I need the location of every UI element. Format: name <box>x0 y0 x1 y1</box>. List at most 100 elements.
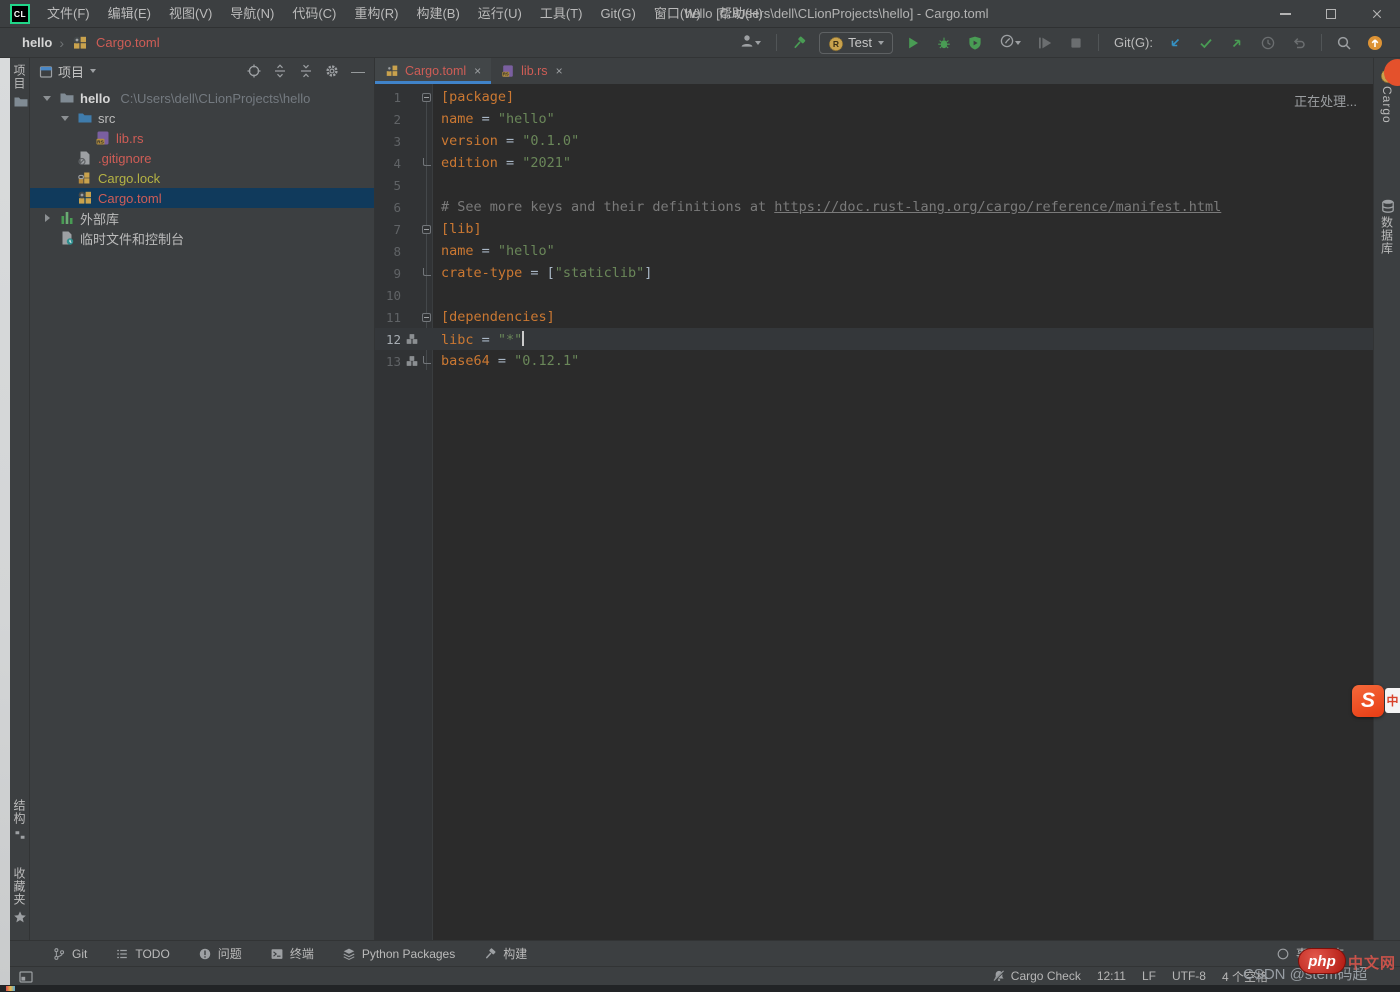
status-line-col[interactable]: 12:11 <box>1097 969 1126 983</box>
editor-line-4[interactable]: 4 edition = "2021" <box>375 152 1373 174</box>
ide-update-button[interactable] <box>1364 32 1386 54</box>
editor-line-10[interactable]: 10 <box>375 284 1373 306</box>
attach-process-button[interactable] <box>1034 32 1056 54</box>
editor-line-11[interactable]: 11 [dependencies] <box>375 306 1373 328</box>
menu-item-build[interactable]: 构建(B) <box>407 0 468 28</box>
tree-item-external-libraries[interactable]: 外部库 <box>30 208 374 228</box>
maximize-button[interactable] <box>1308 0 1354 28</box>
menu-item-code[interactable]: 代码(C) <box>283 0 345 28</box>
editor-line-3[interactable]: 3 version = "0.1.0" <box>375 130 1373 152</box>
menu-item-tools[interactable]: 工具(T) <box>531 0 592 28</box>
stop-button[interactable] <box>1065 32 1087 54</box>
fold-end-icon[interactable] <box>420 267 433 276</box>
tree-item-hello[interactable]: hello C:\Users\dell\CLionProjects\hello <box>30 88 374 108</box>
tree-item-cargo-toml[interactable]: Cargo.toml <box>30 188 374 208</box>
tool-window-button-terminal[interactable]: 终端 <box>258 941 326 967</box>
tool-window-button-build[interactable]: 构建 <box>471 941 539 967</box>
editor-tab-lib-rs[interactable]: RS lib.rs × <box>491 58 572 84</box>
bell-muted-icon <box>992 969 1006 983</box>
project-panel-title[interactable]: 项目 <box>58 62 84 81</box>
line-number: 8 <box>393 243 401 259</box>
close-button[interactable] <box>1354 0 1400 28</box>
toggle-tool-windows-button[interactable] <box>18 969 33 983</box>
fold-start-icon[interactable] <box>420 92 433 102</box>
profile-button[interactable] <box>735 32 765 54</box>
profiler-button[interactable] <box>995 32 1025 54</box>
tool-window-button-todo[interactable]: TODO <box>103 941 181 967</box>
tab-close-icon[interactable]: × <box>556 64 563 78</box>
panel-settings-button[interactable] <box>322 61 342 81</box>
tree-item-src[interactable]: src <box>30 108 374 128</box>
chevron-down-icon[interactable] <box>58 115 72 121</box>
chevron-down-icon[interactable] <box>40 95 54 101</box>
tool-window-button-favorites[interactable]: 收藏夹 <box>10 861 30 930</box>
menu-item-run[interactable]: 运行(U) <box>469 0 531 28</box>
editor-line-2[interactable]: 2 name = "hello" <box>375 108 1373 130</box>
menu-item-git[interactable]: Git(G) <box>591 0 644 28</box>
breadcrumb-project[interactable]: hello <box>22 35 52 50</box>
clock-icon <box>1260 35 1276 51</box>
tool-window-button-problems[interactable]: 问题 <box>186 941 254 967</box>
play-icon <box>905 35 921 51</box>
run-configuration-select[interactable]: R Test <box>819 31 893 54</box>
tool-window-button-git[interactable]: Git <box>40 941 99 967</box>
menu-item-file[interactable]: 文件(F) <box>38 0 99 28</box>
svg-text:RS: RS <box>97 139 104 145</box>
editor-line-5[interactable]: 5 <box>375 174 1373 196</box>
editor-line-6[interactable]: 6 # See more keys and their definitions a… <box>375 196 1373 218</box>
tool-window-label: TODO <box>135 946 170 961</box>
chevron-right-icon[interactable] <box>40 214 54 222</box>
editor-line-8[interactable]: 8 name = "hello" <box>375 240 1373 262</box>
locate-file-button[interactable] <box>244 61 264 81</box>
menu-item-edit[interactable]: 编辑(E) <box>99 0 160 28</box>
menu-item-navigate[interactable]: 导航(N) <box>221 0 283 28</box>
code-editor[interactable]: 1 [package] 2 name = "hello" 3 version = "0.1… <box>375 84 1373 940</box>
hide-panel-button[interactable]: — <box>348 61 368 81</box>
menu-item-view[interactable]: 视图(V) <box>160 0 221 28</box>
collapse-all-button[interactable] <box>296 61 316 81</box>
tree-item-cargo-lock[interactable]: Cargo.lock <box>30 168 374 188</box>
project-view-chevron-icon[interactable] <box>90 69 97 73</box>
editor-line-12[interactable]: 12 libc = "*" <box>375 328 1373 350</box>
status-line-separator[interactable]: LF <box>1142 969 1156 983</box>
tool-window-button-python-packages[interactable]: Python Packages <box>330 941 467 967</box>
git-commit-button[interactable] <box>1195 32 1217 54</box>
search-everywhere-button[interactable] <box>1333 32 1355 54</box>
git-rollback-button[interactable] <box>1288 32 1310 54</box>
tool-window-button-project[interactable]: 项目 <box>10 58 30 114</box>
tool-window-button-structure[interactable]: 结构 <box>10 793 30 847</box>
fold-start-icon[interactable] <box>420 312 433 322</box>
git-history-button[interactable] <box>1257 32 1279 54</box>
editor-line-7[interactable]: 7 [lib] <box>375 218 1373 240</box>
coverage-button[interactable] <box>964 32 986 54</box>
status-encoding[interactable]: UTF-8 <box>1172 969 1206 983</box>
editor-tab-cargo-toml[interactable]: Cargo.toml × <box>375 58 492 84</box>
editor-line-1[interactable]: 1 [package] <box>375 86 1373 108</box>
tree-item-gitignore[interactable]: .gitignore <box>30 148 374 168</box>
build-project-button[interactable] <box>788 32 810 54</box>
line-number: 2 <box>393 111 401 127</box>
tree-item-lib-rs[interactable]: RS lib.rs <box>30 128 374 148</box>
fold-end-icon[interactable] <box>420 355 433 364</box>
git-push-button[interactable] <box>1226 32 1248 54</box>
menu-item-refactor[interactable]: 重构(R) <box>345 0 407 28</box>
debug-button[interactable] <box>933 32 955 54</box>
status-cargo-check[interactable]: Cargo Check <box>992 969 1081 983</box>
tool-window-button-database[interactable]: 数据库 <box>1374 192 1400 261</box>
breadcrumb-file[interactable]: Cargo.toml <box>96 35 160 50</box>
tree-item-scratches[interactable]: 临时文件和控制台 <box>30 228 374 248</box>
status-indent[interactable]: 4 个空格 <box>1222 968 1268 985</box>
run-button[interactable] <box>902 32 924 54</box>
tab-close-icon[interactable]: × <box>474 64 481 78</box>
minimize-button[interactable] <box>1262 0 1308 28</box>
editor-line-13[interactable]: 13 base64 = "0.12.1" <box>375 350 1373 372</box>
git-update-button[interactable] <box>1164 32 1186 54</box>
editor-line-9[interactable]: 9 crate-type = ["staticlib"] <box>375 262 1373 284</box>
gear-icon <box>324 63 340 79</box>
tool-window-button-event-log[interactable]: 事件日志 <box>1264 941 1356 967</box>
fold-start-icon[interactable] <box>420 224 433 234</box>
project-panel-header: 项目 — <box>30 58 374 84</box>
expand-all-button[interactable] <box>270 61 290 81</box>
project-stripe-label: 项目 <box>12 64 26 90</box>
fold-end-icon[interactable] <box>420 157 433 166</box>
